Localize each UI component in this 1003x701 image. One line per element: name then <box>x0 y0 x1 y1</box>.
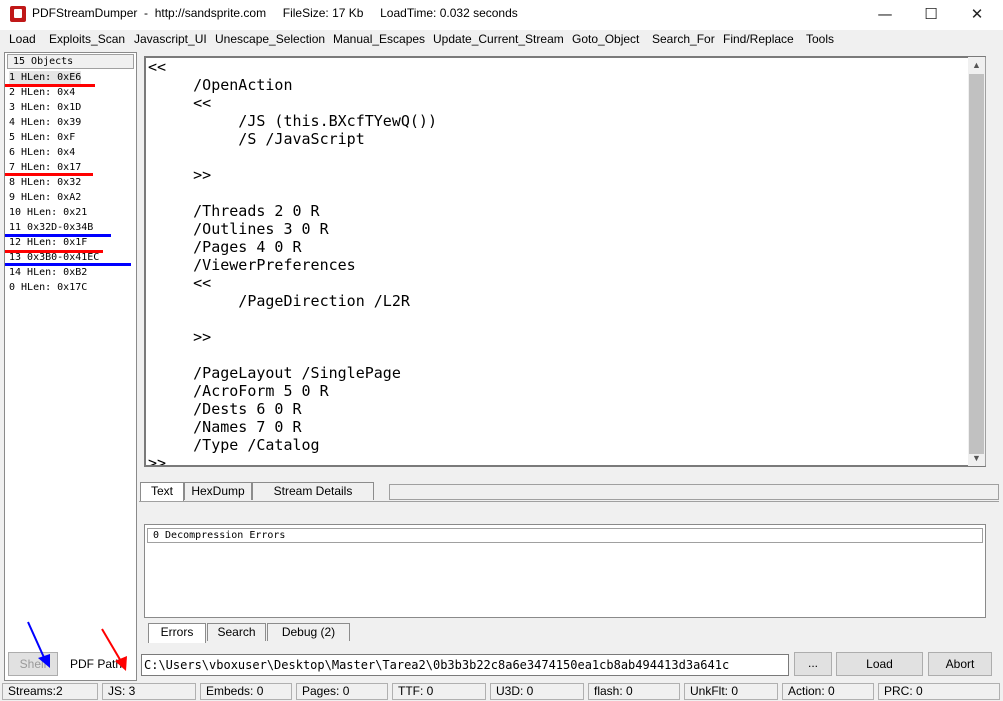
list-item[interactable]: 14 HLen: 0xB2 <box>9 266 87 280</box>
status-prc: PRC: 0 <box>878 683 1000 700</box>
tab-search[interactable]: Search <box>207 623 266 641</box>
red-underline <box>5 84 95 87</box>
scroll-up-icon[interactable]: ▲ <box>969 58 984 72</box>
tab-stream-details[interactable]: Stream Details <box>252 482 374 500</box>
menu-goto-object[interactable]: Goto_Object <box>572 32 639 46</box>
menu-update-current-stream[interactable]: Update_Current_Stream <box>433 32 564 46</box>
status-ttf: TTF: 0 <box>392 683 486 700</box>
window-title: PDFStreamDumper - http://sandsprite.com … <box>32 6 518 20</box>
tab-debug[interactable]: Debug (2) <box>267 623 350 641</box>
tab-errors[interactable]: Errors <box>148 623 206 643</box>
red-underline <box>5 173 93 176</box>
blue-underline <box>5 263 131 266</box>
pdf-path-input[interactable]: C:\Users\vboxuser\Desktop\Master\Tarea2\… <box>141 654 789 676</box>
menu-tools[interactable]: Tools <box>806 32 834 46</box>
status-embeds: Embeds: 0 <box>200 683 292 700</box>
list-item[interactable]: 3 HLen: 0x1D <box>9 101 81 115</box>
list-item[interactable]: 11 0x32D-0x34B <box>9 221 93 235</box>
object-list-header[interactable]: 15 Objects <box>7 54 134 69</box>
divider <box>139 501 999 502</box>
list-item[interactable]: 0 HLen: 0x17C <box>9 281 87 295</box>
status-js: JS: 3 <box>102 683 196 700</box>
list-item[interactable]: 2 HLen: 0x4 <box>9 86 75 100</box>
list-item[interactable]: 12 HLen: 0x1F <box>9 236 87 250</box>
minimize-button[interactable]: — <box>862 0 908 30</box>
status-u3d: U3D: 0 <box>490 683 584 700</box>
load-button[interactable]: Load <box>836 652 923 676</box>
tab-text[interactable]: Text <box>140 482 184 502</box>
abort-button[interactable]: Abort <box>928 652 992 676</box>
list-item[interactable]: 9 HLen: 0xA2 <box>9 191 81 205</box>
blue-arrow-icon <box>27 621 50 668</box>
status-streams: Streams:2 <box>2 683 98 700</box>
blue-underline <box>5 234 111 237</box>
scroll-down-icon[interactable]: ▼ <box>969 451 984 465</box>
menu-javascript-ui[interactable]: Javascript_UI <box>134 32 207 46</box>
browse-button[interactable]: ... <box>794 652 832 676</box>
menu-manual-escapes[interactable]: Manual_Escapes <box>333 32 425 46</box>
stream-text-view[interactable]: << /OpenAction << /JS (this.BXcfTYewQ())… <box>144 56 986 467</box>
red-arrow-icon <box>101 628 127 671</box>
menu-unescape-selection[interactable]: Unescape_Selection <box>215 32 325 46</box>
menu-search-for[interactable]: Search_For <box>652 32 715 46</box>
status-flash: flash: 0 <box>588 683 680 700</box>
list-item[interactable]: 10 HLen: 0x21 <box>9 206 87 220</box>
status-action: Action: 0 <box>782 683 874 700</box>
stream-text-content[interactable]: << /OpenAction << /JS (this.BXcfTYewQ())… <box>148 58 437 465</box>
object-list[interactable]: 15 Objects 1 HLen: 0xE6 2 HLen: 0x4 3 HL… <box>4 52 137 681</box>
list-item[interactable]: 5 HLen: 0xF <box>9 131 75 145</box>
maximize-button[interactable]: ☐ <box>908 0 954 30</box>
red-underline <box>5 250 103 253</box>
list-item[interactable]: 8 HLen: 0x32 <box>9 176 81 190</box>
status-unkflt: UnkFlt: 0 <box>684 683 778 700</box>
list-item[interactable]: 4 HLen: 0x39 <box>9 116 81 130</box>
tab-hexdump[interactable]: HexDump <box>184 482 252 500</box>
close-button[interactable]: ✕ <box>954 0 1000 30</box>
errors-panel[interactable]: 0 Decompression Errors <box>144 524 986 618</box>
status-pages: Pages: 0 <box>296 683 388 700</box>
list-item[interactable]: 1 HLen: 0xE6 <box>9 71 82 85</box>
menu-load[interactable]: Load <box>9 32 36 46</box>
list-item[interactable]: 6 HLen: 0x4 <box>9 146 75 160</box>
menu-bar: Load Exploits_Scan Javascript_UI Unescap… <box>0 30 1003 50</box>
menu-find-replace[interactable]: Find/Replace <box>723 32 794 46</box>
errors-list-header[interactable]: 0 Decompression Errors <box>147 528 983 543</box>
menu-exploits-scan[interactable]: Exploits_Scan <box>49 32 125 46</box>
tab-strip-field <box>389 484 999 500</box>
scrollbar-thumb[interactable] <box>969 74 984 454</box>
app-icon <box>10 6 26 22</box>
